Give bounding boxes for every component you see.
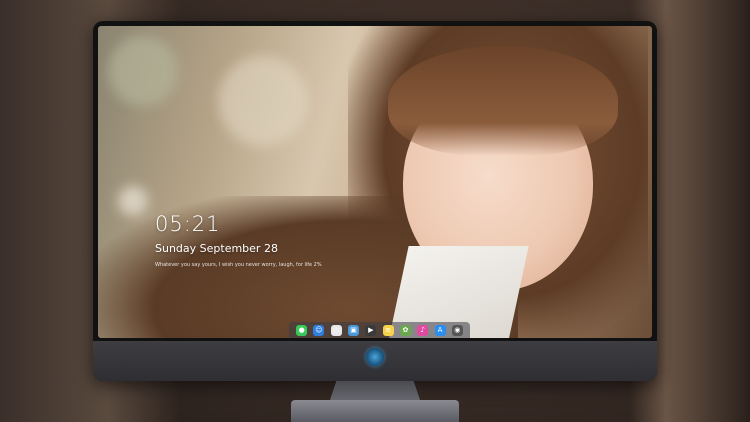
camera-icon[interactable]: ◉ (451, 324, 463, 336)
music-icon[interactable]: ♪ (417, 324, 429, 336)
wallpaper-bangs (388, 46, 618, 156)
brand-logo-icon (366, 348, 384, 366)
finder-icon[interactable]: ☺ (313, 324, 325, 336)
clock-icon[interactable]: ◴ (330, 324, 342, 336)
monitor: 05:21 Sunday September 28 Whatever you s… (93, 21, 657, 381)
preview-icon[interactable]: ▣ (348, 324, 360, 336)
dock: ● ☺ ◴ ▣ ▶ ≡ ✿ ♪ A ◉ (289, 322, 470, 338)
lockscreen-quote: Whatever you say yours, I wish you never… (155, 262, 322, 268)
notes-icon[interactable]: ≡ (382, 324, 394, 336)
appstore-icon[interactable]: A (434, 324, 446, 336)
lockscreen-time: 05:21 (155, 212, 221, 236)
messages-icon[interactable]: ● (296, 324, 308, 336)
monitor-chin (93, 341, 657, 381)
lockscreen-date: Sunday September 28 (155, 242, 278, 255)
monitor-stand-foot (291, 400, 459, 422)
photos-icon[interactable]: ✿ (399, 324, 411, 336)
screen-wallpaper: 05:21 Sunday September 28 Whatever you s… (98, 26, 652, 338)
film-icon[interactable]: ▶ (365, 324, 377, 336)
